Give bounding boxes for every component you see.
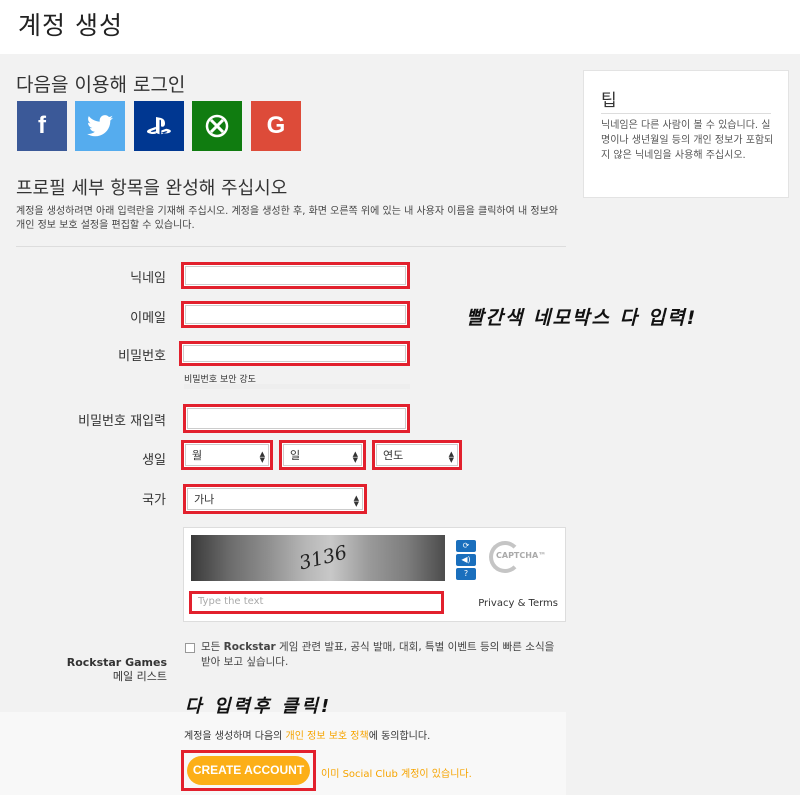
recaptcha-logo-text: CAPTCHA™: [496, 551, 547, 560]
select-arrows-icon: ▲ ▼: [353, 494, 359, 508]
profile-section-description: 계정을 생성하려면 아래 입력란을 기재해 주십시오. 계정을 생성한 후, 화…: [16, 206, 558, 231]
already-have-account-link[interactable]: 이미 Social Club 계정이 있습니다.: [321, 765, 472, 780]
xbox-login-button[interactable]: [192, 101, 242, 151]
select-arrows-icon: ▲ ▼: [352, 450, 358, 464]
captcha-text-input[interactable]: Type the text: [189, 591, 444, 614]
password-input[interactable]: [179, 341, 410, 366]
create-account-button[interactable]: CREATE ACCOUNT: [187, 756, 310, 785]
tip-text: 닉네임은 다른 사람이 볼 수 있습니다. 실명이나 생년월일 등의 개인 정보…: [601, 120, 774, 161]
twitter-login-button[interactable]: [75, 101, 125, 151]
password-label: 비밀번호: [118, 349, 166, 364]
select-arrows-icon: ▲ ▼: [448, 450, 454, 464]
captcha-placeholder: Type the text: [198, 596, 264, 607]
birth-month-select[interactable]: 월 ▲ ▼: [181, 440, 273, 470]
tip-panel: 팁 닉네임은 다른 사람이 볼 수 있습니다. 실명이나 생년월일 등의 개인 …: [583, 70, 789, 198]
captcha-privacy-terms-link[interactable]: Privacy & Terms: [478, 598, 558, 609]
profile-section-title: 프로필 세부 항목을 완성해 주십시오: [16, 178, 288, 199]
create-account-highlight: CREATE ACCOUNT: [181, 750, 316, 791]
select-arrows-icon: ▲ ▼: [259, 450, 265, 464]
captcha-image: 3136: [191, 535, 445, 581]
facebook-icon: f: [38, 112, 46, 139]
birth-month-value: 월: [192, 449, 203, 462]
playstation-login-button[interactable]: [134, 101, 184, 151]
annotation-fill-red-boxes: 빨간색 네모박스 다 입력!: [466, 307, 698, 329]
playstation-icon: [147, 117, 171, 135]
birthday-label: 생일: [142, 453, 166, 468]
captcha-refresh-icon[interactable]: ⟳: [456, 540, 476, 552]
nickname-input[interactable]: [181, 262, 410, 289]
country-select[interactable]: 가나 ▲ ▼: [183, 484, 367, 514]
password-strength-bar: [184, 384, 410, 389]
birth-year-value: 연도: [383, 449, 404, 462]
xbox-icon: [205, 114, 229, 138]
captcha-image-text: 3136: [297, 541, 350, 575]
nickname-label: 닉네임: [130, 271, 166, 286]
password-confirm-input[interactable]: [183, 404, 410, 433]
country-label: 국가: [142, 493, 166, 508]
facebook-login-button[interactable]: f: [17, 101, 67, 151]
email-label: 이메일: [130, 311, 166, 326]
annotation-click-after: 다 입력후 클릭!: [185, 696, 333, 717]
privacy-policy-link[interactable]: 개인 정보 보호 정책: [286, 731, 369, 742]
email-input[interactable]: [181, 301, 410, 328]
captcha-widget: 3136 ⟳ ◀) ? CAPTCHA™ Type the text Priva…: [183, 527, 566, 622]
newsletter-text: 모든 Rockstar 게임 관련 발표, 공식 발매, 대회, 특별 이벤트 …: [201, 641, 555, 668]
google-icon: G: [266, 112, 286, 139]
page-header: 계정 생성: [0, 0, 800, 54]
birth-day-value: 일: [290, 449, 301, 462]
privacy-agreement-text: 계정을 생성하며 다음의 개인 정보 보호 정책에 동의합니다.: [184, 731, 431, 742]
social-login-title: 다음을 이용해 로그인: [16, 74, 186, 96]
password-confirm-label: 비밀번호 재입력: [78, 414, 166, 429]
google-login-button[interactable]: G: [251, 101, 301, 151]
section-divider: [16, 246, 566, 247]
tip-title: 팁: [601, 91, 617, 111]
captcha-help-icon[interactable]: ?: [456, 568, 476, 580]
page-title: 계정 생성: [18, 11, 123, 40]
birth-day-select[interactable]: 일 ▲ ▼: [279, 440, 366, 470]
newsletter-label: Rockstar Games 메일 리스트: [66, 656, 167, 683]
twitter-icon: [87, 115, 113, 137]
country-value: 가나: [194, 493, 215, 506]
captcha-audio-icon[interactable]: ◀): [456, 554, 476, 566]
birth-year-select[interactable]: 연도 ▲ ▼: [372, 440, 462, 470]
newsletter-checkbox[interactable]: [185, 643, 195, 653]
tip-divider: [601, 113, 771, 114]
